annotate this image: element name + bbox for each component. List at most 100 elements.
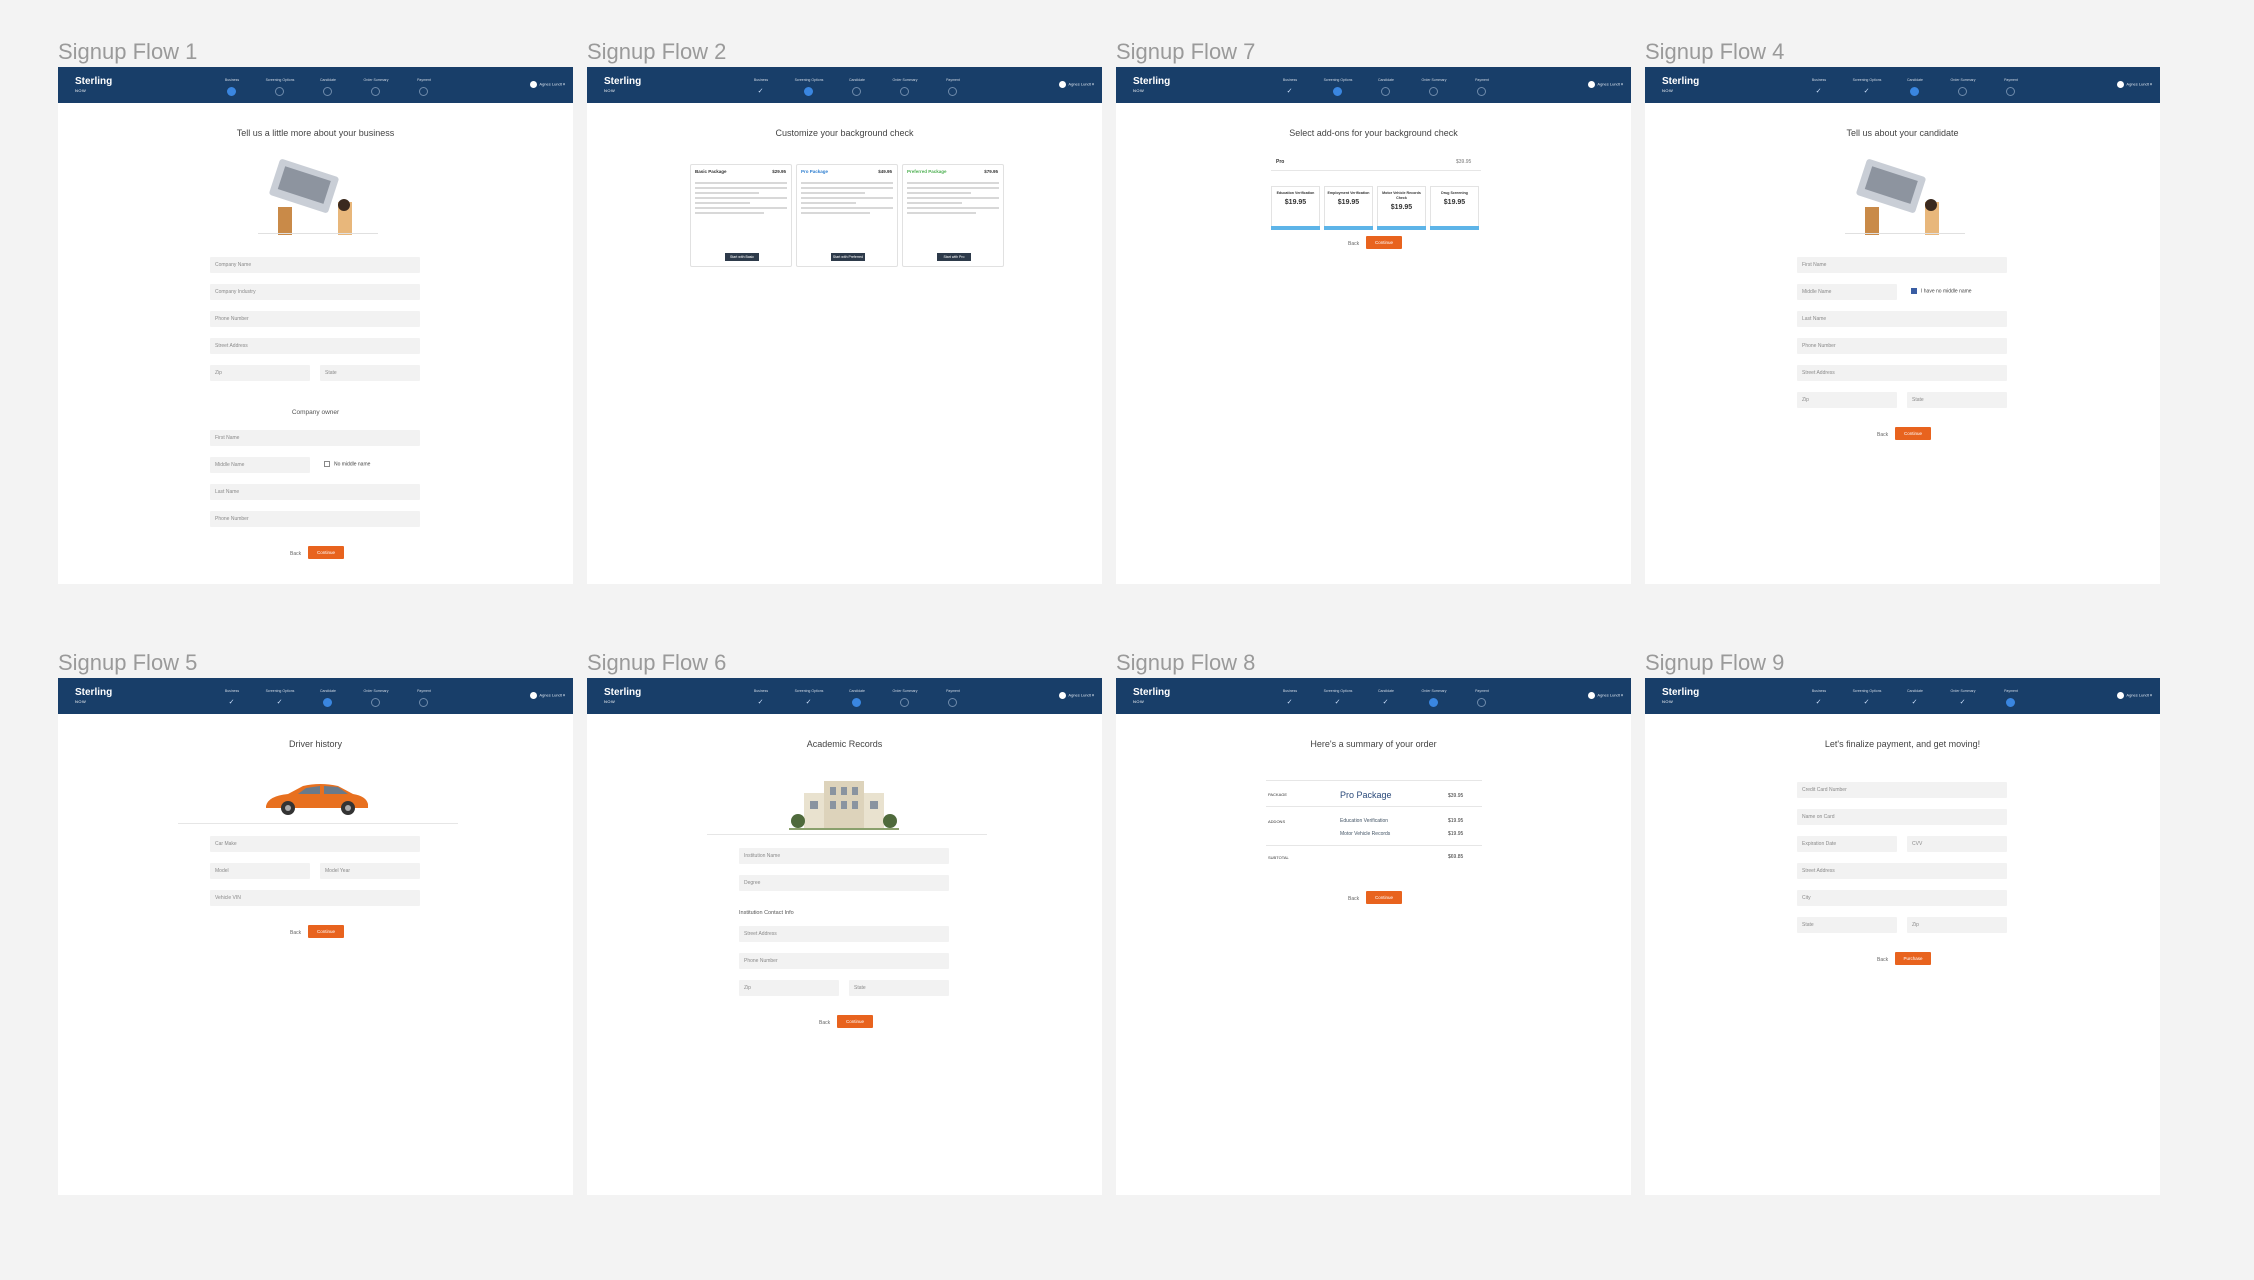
select-package-button[interactable]: Start with Preferred: [831, 253, 865, 261]
package-card-basic[interactable]: Basic Package $29.95 Start with Basic: [690, 164, 792, 267]
step-order-summary[interactable]: Order Summary: [881, 67, 929, 103]
step-order-summary[interactable]: Order Summary: [1410, 678, 1458, 714]
state-input[interactable]: State: [1907, 392, 2007, 408]
street-address-input[interactable]: Street Address: [1797, 863, 2007, 879]
sterling-logo[interactable]: Sterling NOW: [1662, 688, 1699, 706]
step-business[interactable]: Business: [208, 67, 256, 103]
middle-name-input[interactable]: Middle Name: [210, 457, 310, 473]
user-menu[interactable]: Agnes Lundt ▾: [530, 81, 565, 88]
user-menu[interactable]: Agnes Lundt ▾: [530, 692, 565, 699]
step-screening-options[interactable]: Screening Options ✓: [256, 678, 304, 714]
step-order-summary[interactable]: Order Summary: [352, 678, 400, 714]
step-candidate[interactable]: Candidate ✓: [1891, 678, 1939, 714]
back-link[interactable]: Back: [290, 930, 301, 936]
state-input[interactable]: State: [320, 365, 420, 381]
continue-button[interactable]: Continue: [1366, 891, 1402, 904]
company-industry-input[interactable]: Company Industry: [210, 284, 420, 300]
step-screening-options[interactable]: Screening Options ✓: [785, 678, 833, 714]
step-order-summary[interactable]: Order Summary: [881, 678, 929, 714]
state-input[interactable]: State: [849, 980, 949, 996]
continue-button[interactable]: Continue: [308, 925, 344, 938]
step-screening-options[interactable]: Screening Options ✓: [1843, 67, 1891, 103]
zip-input[interactable]: Zip: [210, 365, 310, 381]
step-payment[interactable]: Payment: [1987, 678, 2035, 714]
step-candidate[interactable]: Candidate: [1891, 67, 1939, 103]
step-order-summary[interactable]: Order Summary: [352, 67, 400, 103]
no-middle-name-checkbox[interactable]: I have no middle name: [1911, 288, 1972, 294]
phone-number-input[interactable]: Phone Number: [739, 953, 949, 969]
step-payment[interactable]: Payment: [1458, 67, 1506, 103]
sterling-logo[interactable]: Sterling NOW: [1133, 688, 1170, 706]
addon-education[interactable]: Education Verification $19.95: [1271, 186, 1320, 230]
continue-button[interactable]: Continue: [1895, 427, 1931, 440]
continue-button[interactable]: Continue: [837, 1015, 873, 1028]
first-name-input[interactable]: First Name: [210, 430, 420, 446]
back-link[interactable]: Back: [1348, 241, 1359, 247]
step-business[interactable]: Business ✓: [1266, 67, 1314, 103]
continue-button[interactable]: Continue: [308, 546, 344, 559]
sterling-logo[interactable]: Sterling NOW: [75, 688, 112, 706]
step-business[interactable]: Business ✓: [1266, 678, 1314, 714]
step-payment[interactable]: Payment: [400, 67, 448, 103]
name-on-card-input[interactable]: Name on Card: [1797, 809, 2007, 825]
user-menu[interactable]: Agnes Lundt ▾: [1588, 81, 1623, 88]
step-order-summary[interactable]: Order Summary: [1939, 67, 1987, 103]
back-link[interactable]: Back: [1877, 432, 1888, 438]
sterling-logo[interactable]: Sterling NOW: [604, 77, 641, 95]
step-payment[interactable]: Payment: [1987, 67, 2035, 103]
step-candidate[interactable]: Candidate: [833, 678, 881, 714]
step-candidate[interactable]: Candidate: [304, 678, 352, 714]
street-address-input[interactable]: Street Address: [739, 926, 949, 942]
first-name-input[interactable]: First Name: [1797, 257, 2007, 273]
middle-name-input[interactable]: Middle Name: [1797, 284, 1897, 300]
user-menu[interactable]: Agnes Lundt ▾: [1059, 692, 1094, 699]
vehicle-vin-input[interactable]: Vehicle VIN: [210, 890, 420, 906]
step-screening-options[interactable]: Screening Options: [1314, 67, 1362, 103]
purchase-button[interactable]: Purchase: [1895, 952, 1931, 965]
select-package-button[interactable]: Start with Basic: [725, 253, 759, 261]
zip-input[interactable]: Zip: [1907, 917, 2007, 933]
addon-drug-screening[interactable]: Drug Screening $19.95: [1430, 186, 1479, 230]
phone-number-input[interactable]: Phone Number: [1797, 338, 2007, 354]
city-input[interactable]: City: [1797, 890, 2007, 906]
step-candidate[interactable]: Candidate: [304, 67, 352, 103]
step-order-summary[interactable]: Order Summary ✓: [1939, 678, 1987, 714]
user-menu[interactable]: Agnes Lundt ▾: [1059, 81, 1094, 88]
user-menu[interactable]: Agnes Lundt ▾: [1588, 692, 1623, 699]
step-order-summary[interactable]: Order Summary: [1410, 67, 1458, 103]
step-payment[interactable]: Payment: [929, 678, 977, 714]
cvv-input[interactable]: CVV: [1907, 836, 2007, 852]
step-screening-options[interactable]: Screening Options: [256, 67, 304, 103]
institution-name-input[interactable]: Institution Name: [739, 848, 949, 864]
step-payment[interactable]: Payment: [929, 67, 977, 103]
back-link[interactable]: Back: [819, 1020, 830, 1026]
step-business[interactable]: Business ✓: [737, 678, 785, 714]
step-payment[interactable]: Payment: [1458, 678, 1506, 714]
select-package-button[interactable]: Start with Pro: [937, 253, 971, 261]
step-screening-options[interactable]: Screening Options ✓: [1314, 678, 1362, 714]
continue-button[interactable]: Continue: [1366, 236, 1402, 249]
package-card-pro[interactable]: Pro Package $49.95 Start with Preferred: [796, 164, 898, 267]
step-candidate[interactable]: Candidate ✓: [1362, 678, 1410, 714]
sterling-logo[interactable]: Sterling NOW: [1662, 77, 1699, 95]
last-name-input[interactable]: Last Name: [210, 484, 420, 500]
phone-number-input[interactable]: Phone Number: [210, 311, 420, 327]
step-payment[interactable]: Payment: [400, 678, 448, 714]
company-name-input[interactable]: Company Name: [210, 257, 420, 273]
step-screening-options[interactable]: Screening Options ✓: [1843, 678, 1891, 714]
zip-input[interactable]: Zip: [739, 980, 839, 996]
model-year-input[interactable]: Model Year: [320, 863, 420, 879]
back-link[interactable]: Back: [1348, 896, 1359, 902]
step-screening-options[interactable]: Screening Options: [785, 67, 833, 103]
last-name-input[interactable]: Last Name: [1797, 311, 2007, 327]
sterling-logo[interactable]: Sterling NOW: [75, 77, 112, 95]
step-business[interactable]: Business ✓: [737, 67, 785, 103]
step-candidate[interactable]: Candidate: [1362, 67, 1410, 103]
sterling-logo[interactable]: Sterling NOW: [604, 688, 641, 706]
street-address-input[interactable]: Street Address: [210, 338, 420, 354]
user-menu[interactable]: Agnes Lundt ▾: [2117, 81, 2152, 88]
step-business[interactable]: Business ✓: [208, 678, 256, 714]
back-link[interactable]: Back: [290, 551, 301, 557]
car-make-input[interactable]: Car Make: [210, 836, 420, 852]
street-address-input[interactable]: Street Address: [1797, 365, 2007, 381]
